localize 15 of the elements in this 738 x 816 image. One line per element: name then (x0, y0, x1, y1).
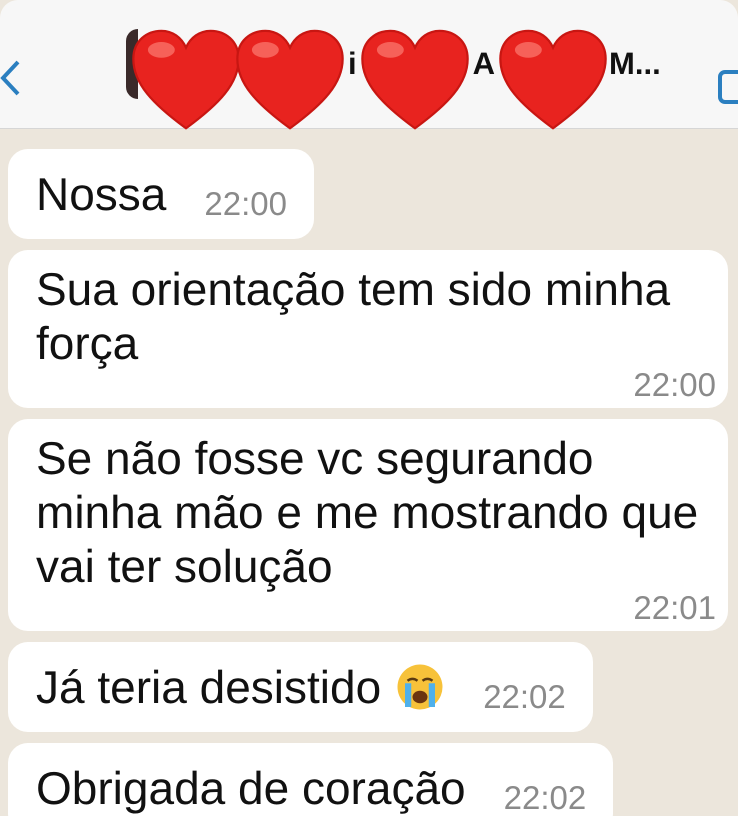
message-time: 22:00 (633, 370, 716, 400)
message-text: Se não fosse vc segurando minha mão e me mostrando que vai ter solução (36, 431, 700, 593)
contact-name: i (347, 46, 358, 82)
message-text: Obrigada de coração (36, 761, 466, 815)
contact-name: A (472, 46, 496, 82)
message-time: 22:02 (504, 781, 586, 815)
message-time: 22:02 (483, 680, 566, 714)
contact-name: M... (608, 46, 661, 82)
message-text: Nossa (36, 167, 166, 221)
message-text: Já teria desistido (36, 660, 382, 714)
message-text: Sua orientação tem sido minha força (36, 262, 672, 370)
back-icon[interactable] (0, 58, 20, 98)
video-call-icon[interactable] (718, 70, 738, 106)
message-time: 22:00 (204, 187, 287, 221)
message-time: 22:01 (633, 593, 716, 623)
